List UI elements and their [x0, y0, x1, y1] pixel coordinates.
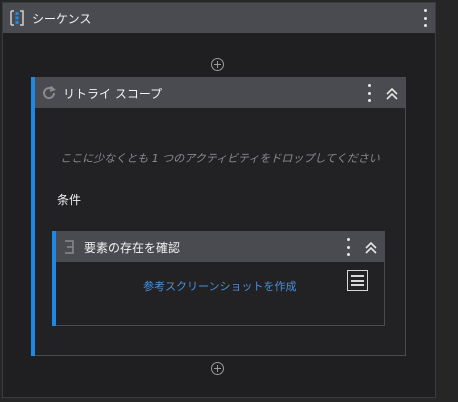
- add-activity-bottom-icon[interactable]: [211, 362, 224, 375]
- condition-label: 条件: [57, 193, 82, 207]
- element-exists-activity[interactable]: 要素の存在を確認 参考スクリーンショットを作成: [52, 231, 385, 326]
- element-exists-menu-icon[interactable]: [343, 238, 353, 256]
- create-screenshot-link[interactable]: 参考スクリーンショットを作成: [143, 278, 296, 294]
- sequence-title: シーケンス: [32, 12, 92, 26]
- retry-scope-title: リトライ スコープ: [63, 87, 163, 101]
- sequence-menu-icon[interactable]: [420, 9, 430, 27]
- element-exists-collapse-icon[interactable]: [365, 240, 377, 254]
- retry-scope-selection-bar: [31, 77, 35, 356]
- retry-scope-drop-hint: ここに少なくとも 1 つのアクティビティをドロップしてください: [60, 152, 380, 165]
- retry-scope-header[interactable]: リトライ スコープ: [35, 78, 405, 108]
- retry-scope-menu-icon[interactable]: [364, 84, 374, 102]
- element-exists-title: 要素の存在を確認: [84, 241, 181, 255]
- options-menu-button[interactable]: [347, 270, 368, 291]
- sequence-icon: [9, 10, 25, 26]
- element-exists-icon: [62, 238, 76, 256]
- retry-icon: [41, 85, 57, 101]
- element-exists-header[interactable]: 要素の存在を確認: [56, 232, 384, 262]
- add-activity-top-icon[interactable]: [211, 58, 224, 71]
- sequence-header[interactable]: シーケンス: [3, 3, 435, 33]
- retry-scope-collapse-icon[interactable]: [386, 86, 398, 100]
